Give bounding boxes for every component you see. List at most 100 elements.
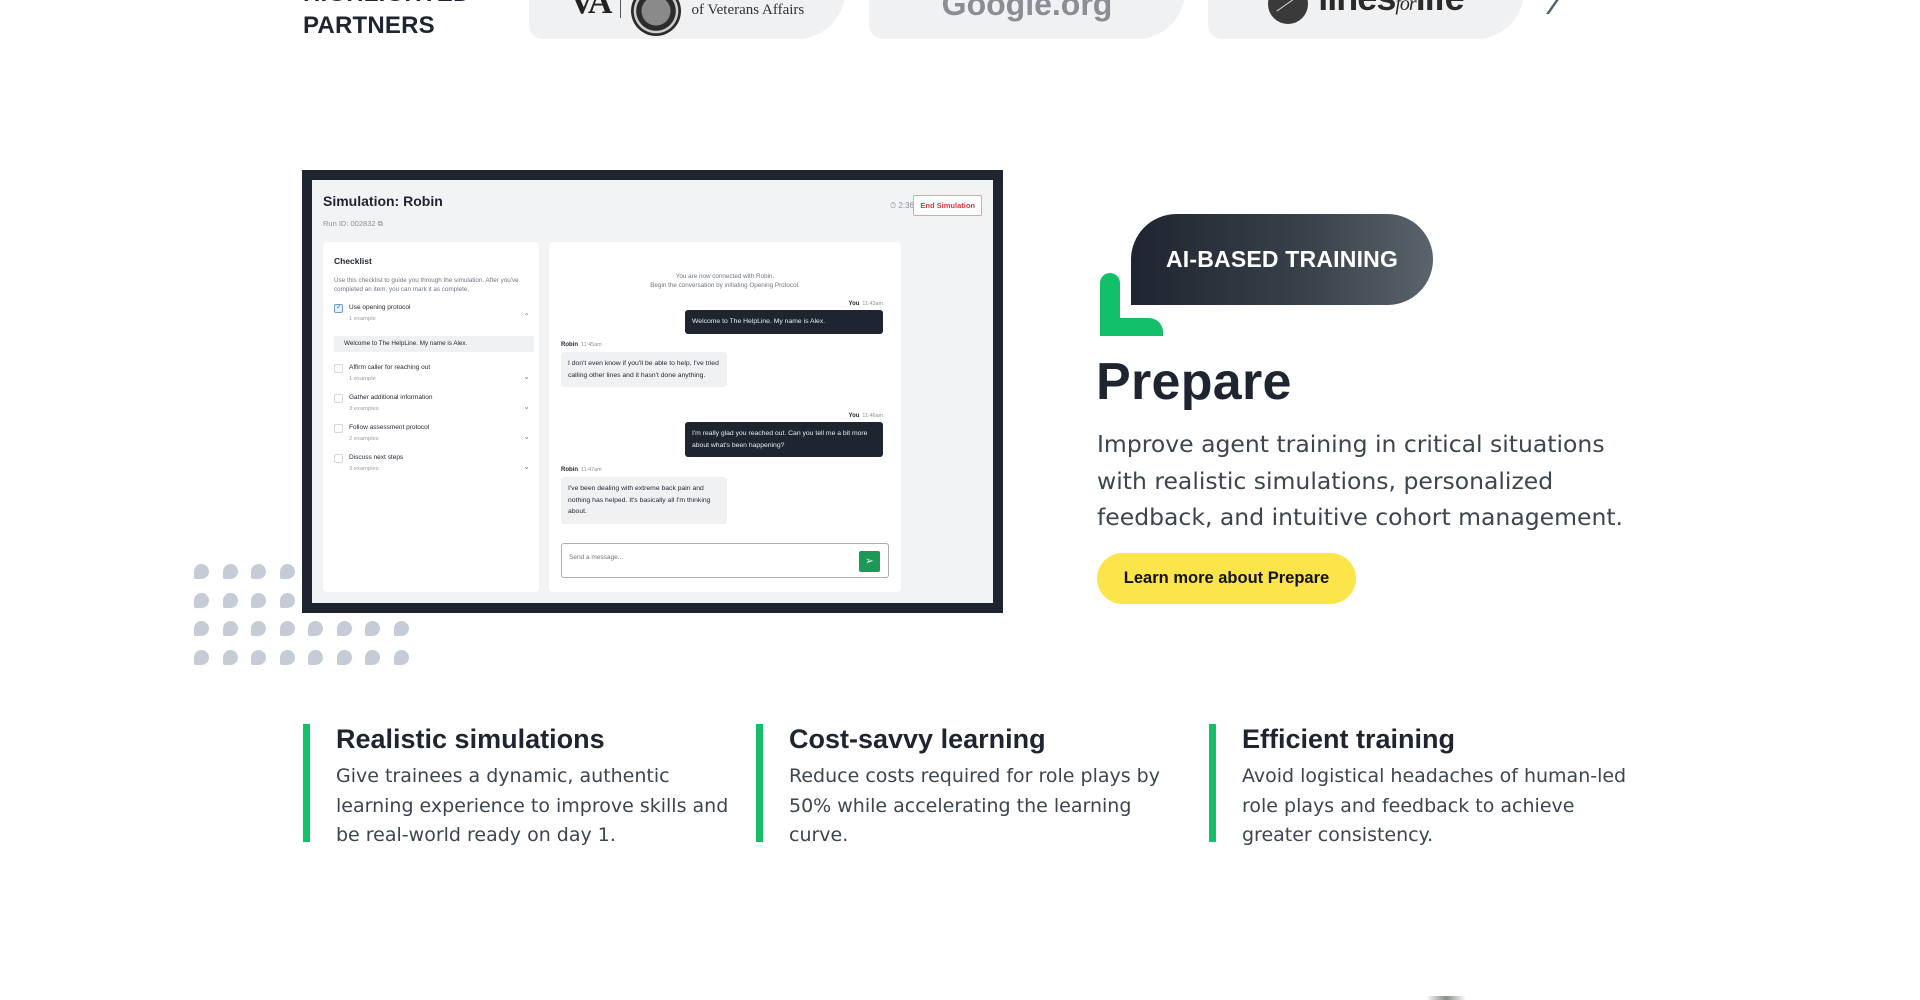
- run-id-text: Run ID: 002832: [323, 219, 376, 228]
- checklist-item-count: 3 examples: [349, 406, 379, 412]
- copy-icon[interactable]: ⧉: [378, 219, 383, 228]
- chat-message-outgoing: Welcome to The HelpLine. My name is Alex…: [685, 310, 883, 334]
- checkbox-checked[interactable]: [334, 303, 343, 313]
- message-meta: You 11:43am: [849, 301, 883, 307]
- decorative-dot: [194, 649, 209, 665]
- chevron-down-icon[interactable]: ⌄: [523, 463, 530, 471]
- chat-message-incoming: I've been dealing with extreme back pain…: [561, 477, 727, 524]
- decorative-dot: [222, 649, 238, 665]
- checklist-example: Welcome to The HelpLine. My name is Alex…: [334, 336, 534, 352]
- checklist-item-label: Use opening protocol: [349, 304, 411, 311]
- checklist-title: Checklist: [334, 256, 372, 266]
- va-logo-text: of Veterans Affairs: [691, 2, 805, 18]
- va-seal-icon: [631, 0, 682, 36]
- google-org-logo-text: Google.org: [941, 0, 1113, 22]
- chat-message-incoming: I don't even know if you'll be able to h…: [561, 352, 727, 387]
- ai-training-tag: AI-BASED TRAINING: [1131, 214, 1433, 305]
- chevron-down-icon[interactable]: ⌄: [523, 403, 530, 411]
- decorative-dot: [251, 621, 266, 636]
- decorative-dot: [194, 564, 209, 579]
- chat-message-outgoing: I'm really glad you reached out. Can you…: [685, 422, 883, 457]
- timer: ⏱ 2:36: [890, 201, 914, 211]
- message-time: 11:45am: [581, 342, 602, 348]
- partner-logo-google-org[interactable]: Google.org: [869, 0, 1185, 39]
- partners-heading-line1: HIGHLIGHTED: [303, 0, 471, 10]
- message-meta: Robin 11:47am: [561, 467, 602, 473]
- product-title: Prepare: [1096, 353, 1292, 411]
- checklist-item[interactable]: Discuss next steps 3 examples ⌄: [334, 454, 530, 482]
- partner-logo-va[interactable]: VA of Veterans Affairs: [529, 0, 845, 39]
- checklist-item-label: Gather additional information: [349, 394, 433, 401]
- checklist-item[interactable]: Gather additional information 3 examples…: [334, 394, 530, 422]
- lines-for-life-globe-icon: [1268, 0, 1309, 24]
- run-id: Run ID: 002832 ⧉: [323, 219, 383, 229]
- checkbox[interactable]: [334, 454, 343, 463]
- message-time: 11:43am: [862, 301, 883, 307]
- send-icon: ➢: [865, 556, 874, 567]
- feature-accent-bar: [1209, 724, 1216, 842]
- checkbox[interactable]: [334, 364, 343, 373]
- simulation-window: Simulation: Robin Run ID: 002832 ⧉ ⏱ 2:3…: [312, 180, 993, 603]
- decorative-dot: [194, 592, 209, 608]
- decorative-dot: [222, 621, 238, 636]
- message-time: 11:46am: [862, 413, 883, 419]
- partners-heading: HIGHLIGHTED PARTNERS: [303, 0, 471, 42]
- decorative-dot: [279, 621, 295, 636]
- checklist-item-count: 1 example: [349, 316, 376, 322]
- decorative-dot: [365, 649, 380, 665]
- checkbox[interactable]: [334, 394, 343, 403]
- decorative-dot: [279, 592, 295, 608]
- decorative-dot: [222, 592, 238, 608]
- message-meta: Robin 11:45am: [561, 342, 602, 348]
- partner-logo-lines-for-life[interactable]: linesforlife: [1208, 0, 1524, 39]
- stopwatch-icon: ⏱: [889, 201, 897, 210]
- decorative-dot: [336, 621, 352, 636]
- message-sender: Robin: [561, 342, 578, 348]
- logo-divider: [620, 0, 622, 18]
- chat-system-message: You are now connected with Robin. Begin …: [549, 272, 901, 290]
- checklist-item-label: Follow assessment protocol: [349, 424, 430, 431]
- chevron-down-icon[interactable]: ⌄: [523, 433, 530, 441]
- feature-text: Give trainees a dynamic, authentic learn…: [336, 765, 729, 846]
- feature-title: Cost-savvy learning: [789, 724, 1046, 754]
- checkbox[interactable]: [334, 424, 343, 433]
- decorative-dot: [336, 649, 352, 665]
- chevron-down-icon[interactable]: ⌄: [523, 373, 530, 381]
- checklist-item[interactable]: Affirm caller for reaching out 1 example…: [334, 364, 530, 392]
- feature-title: Efficient training: [1242, 724, 1456, 754]
- chevron-right-icon[interactable]: [1545, 0, 1575, 14]
- message-input[interactable]: [569, 554, 849, 561]
- decorative-dot: [251, 649, 266, 665]
- checklist-item[interactable]: Follow assessment protocol 2 examples ⌄: [334, 424, 530, 452]
- checklist-item-count: 3 examples: [349, 466, 379, 472]
- decorative-dot: [393, 649, 409, 665]
- system-line: You are now connected with Robin.: [675, 273, 775, 280]
- checklist-description: Use this checklist to guide you through …: [334, 277, 519, 293]
- system-line: Begin the conversation by initiating Ope…: [650, 282, 800, 289]
- learn-more-button[interactable]: Learn more about Prepare: [1097, 553, 1356, 604]
- checklist-item-label: Discuss next steps: [349, 454, 404, 461]
- decorative-dot: [251, 564, 266, 579]
- logo-text-life: life: [1416, 0, 1465, 18]
- feature-cost-savvy-learning: Cost-savvy learning Reduce costs require…: [756, 724, 1176, 846]
- message-input-box[interactable]: ➢: [561, 543, 889, 578]
- checklist-item-count: 2 examples: [349, 436, 379, 442]
- va-logo-mark: VA: [569, 0, 613, 21]
- checklist-item[interactable]: Use opening protocol 1 example ⌃: [334, 303, 530, 332]
- lines-for-life-logo-text: linesforlife: [1318, 0, 1465, 18]
- simulation-screenshot-frame: Simulation: Robin Run ID: 002832 ⧉ ⏱ 2:3…: [302, 170, 1003, 613]
- logo-text-lines: lines: [1318, 0, 1396, 18]
- decorative-dot: [194, 621, 209, 636]
- message-time: 11:47am: [581, 467, 602, 473]
- message-sender: Robin: [561, 467, 578, 473]
- send-button[interactable]: ➢: [859, 551, 880, 572]
- timer-value: 2:36: [898, 201, 914, 210]
- feature-efficient-training: Efficient training Avoid logistical head…: [1209, 724, 1629, 846]
- chevron-up-icon[interactable]: ⌃: [523, 313, 530, 321]
- decorative-dot: [251, 592, 266, 608]
- feature-accent-bar: [303, 724, 310, 842]
- message-sender: You: [848, 413, 860, 419]
- feature-text: Reduce costs required for role plays by …: [789, 765, 1160, 846]
- end-simulation-button[interactable]: End Simulation: [913, 195, 982, 216]
- feature-accent-bar: [756, 724, 763, 842]
